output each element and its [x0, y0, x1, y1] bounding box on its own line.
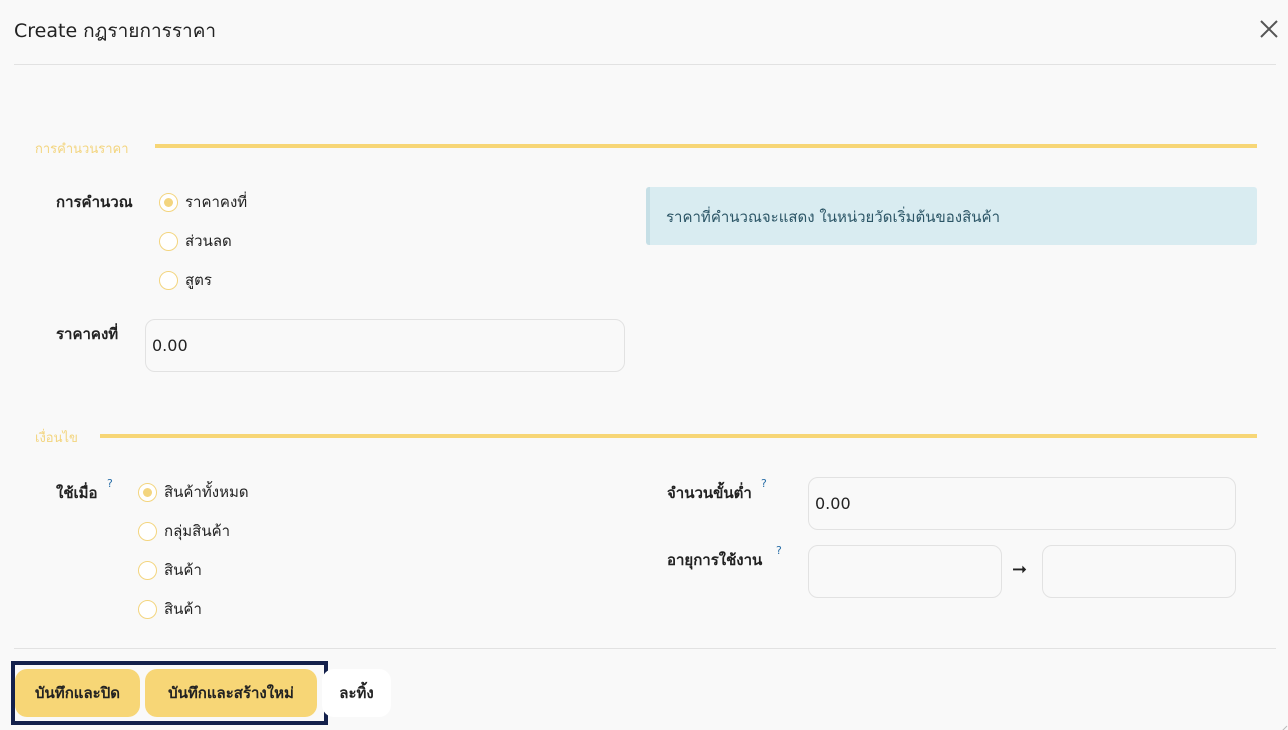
radio-circle[interactable] [159, 231, 178, 251]
fixed-price-input[interactable]: 0.00 [145, 319, 625, 372]
save-close-button[interactable]: บันทึกและปิด [15, 669, 140, 717]
radio-all-products[interactable]: สินค้าทั้งหมด [138, 480, 249, 504]
help-icon[interactable]: ? [761, 477, 767, 490]
radio-discount[interactable]: ส่วนลด [159, 229, 232, 253]
radio-formula[interactable]: สูตร [159, 268, 212, 292]
help-icon[interactable]: ? [107, 477, 113, 490]
section-divider-calc [155, 144, 1257, 148]
radio-fixed-price[interactable]: ราคาคงที่ [159, 190, 247, 214]
help-icon[interactable]: ? [776, 544, 782, 557]
radio-circle[interactable] [159, 192, 178, 212]
dialog-title: Create กฎรายการราคา [14, 20, 217, 42]
radio-label: ราคาคงที่ [185, 193, 248, 211]
section-title-calc: การคำนวนราคา [35, 142, 129, 157]
apply-on-label: ใช้เมื่อ [56, 484, 98, 502]
radio-product-variant[interactable]: สินค้า [138, 597, 202, 621]
info-alert: ราคาที่คำนวณจะแสดง ในหน่วยวัดเริ่มต้นของ… [646, 187, 1257, 245]
radio-label: สูตร [185, 271, 212, 289]
min-qty-label: จำนวนขั้นต่ำ [667, 484, 752, 502]
radio-circle[interactable] [138, 482, 157, 502]
section-title-cond: เงื่อนไข [35, 431, 78, 446]
save-new-button[interactable]: บันทึกและสร้างใหม่ [145, 669, 317, 717]
fixed-price-label: ราคาคงที่ [56, 325, 119, 343]
resize-grip-icon[interactable] [1278, 720, 1288, 730]
footer-divider [14, 648, 1276, 649]
radio-label: ส่วนลด [185, 232, 232, 250]
radio-product[interactable]: สินค้า [138, 558, 202, 582]
radio-label: สินค้า [164, 600, 202, 618]
validity-end-input[interactable] [1042, 545, 1236, 598]
radio-label: สินค้า [164, 561, 202, 579]
arrow-right-icon: ➞ [1012, 559, 1028, 580]
radio-circle[interactable] [159, 270, 178, 290]
radio-circle[interactable] [138, 521, 157, 541]
radio-label: กลุ่มสินค้า [164, 522, 231, 540]
calc-label: การคำนวณ [56, 193, 133, 211]
discard-button[interactable]: ละทิ้ง [322, 669, 391, 717]
min-qty-input[interactable]: 0.00 [808, 477, 1236, 530]
radio-label: สินค้าทั้งหมด [164, 483, 249, 501]
radio-circle[interactable] [138, 599, 157, 619]
radio-product-category[interactable]: กลุ่มสินค้า [138, 519, 230, 543]
radio-circle[interactable] [138, 560, 157, 580]
close-icon[interactable] [1257, 17, 1281, 41]
validity-label: อายุการใช้งาน [667, 551, 763, 569]
validity-start-input[interactable] [808, 545, 1002, 598]
section-divider-cond [100, 434, 1257, 438]
dialog-header: Create กฎรายการราคา [14, 0, 1276, 65]
